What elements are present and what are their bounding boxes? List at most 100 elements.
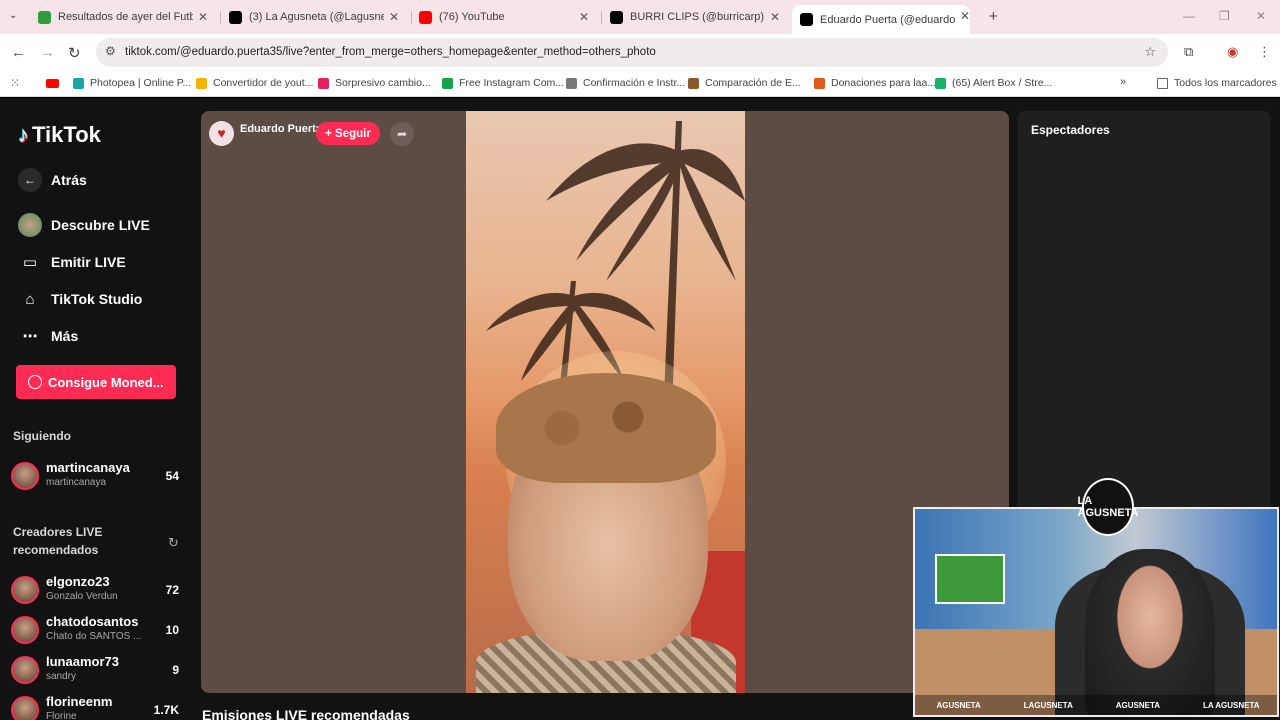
all-bookmarks-label: Todos los marcadores <box>1174 77 1277 89</box>
tiktok-logo[interactable]: ♪ TikTok <box>18 122 101 148</box>
tab-close-icon[interactable]: ✕ <box>579 10 589 24</box>
browser-tab[interactable]: Eduardo Puerta (@eduardo ✕ <box>792 5 970 34</box>
creator-subname: Florine <box>46 711 77 720</box>
sidebar-item-label: Emitir LIVE <box>51 254 126 270</box>
more-bookmarks-icon[interactable]: » <box>1120 76 1126 88</box>
avatar[interactable] <box>11 576 39 604</box>
bookmark-label: Sorpresivo cambio... <box>335 77 431 89</box>
bookmark-favicon-icon <box>566 77 577 89</box>
tab-close-icon[interactable]: ✕ <box>960 9 970 23</box>
close-window-icon[interactable]: ✕ <box>1256 9 1266 23</box>
bookmark-favicon-icon <box>688 77 699 89</box>
bookmarks-bar: ⁙ Photopea | Online P... Convertidor de y… <box>0 71 1280 97</box>
social-handle: AGUSNETA <box>1115 700 1161 710</box>
host-info[interactable]: ♥ Eduardo Puerta <box>209 120 322 146</box>
browser-tab[interactable]: (76) YouTube ✕ <box>419 6 589 28</box>
extensions-icon[interactable]: ⧉ <box>1184 44 1193 60</box>
follow-button[interactable]: + Seguir <box>316 122 380 145</box>
all-bookmarks-folder[interactable]: Todos los marcadores <box>1157 77 1277 89</box>
sidebar-item-label: TikTok Studio <box>51 291 143 307</box>
bookmark-favicon-icon <box>442 77 453 89</box>
tab-close-icon[interactable]: ✕ <box>389 10 399 24</box>
bookmark-favicon-icon <box>935 77 946 89</box>
apps-grid-icon[interactable]: ⁙ <box>10 76 20 90</box>
streamer-hair <box>496 373 716 483</box>
minimize-icon[interactable]: — <box>1183 9 1195 23</box>
restore-icon[interactable]: ❐ <box>1219 9 1230 23</box>
url-text: tiktok.com/@eduardo.puerta35/live?enter_… <box>125 46 656 58</box>
bookmark-label: Comparación de E... <box>705 77 801 89</box>
bookmark-item[interactable]: Sorpresivo cambio... <box>318 77 431 89</box>
back-arrow-icon[interactable]: ← <box>11 44 26 61</box>
sidebar-item-m-s[interactable]: ⋯ Más <box>18 324 79 348</box>
tab-title: Resultados de ayer del Futbol A <box>58 11 193 23</box>
bookmark-item[interactable]: Donaciones para laa... <box>814 77 936 89</box>
tab-close-icon[interactable]: ✕ <box>770 10 780 24</box>
creator-name: martincanaya <box>46 460 130 475</box>
tiktok-note-icon: ♪ <box>18 122 29 147</box>
creator-subname: Gonzalo Verdun <box>46 591 118 602</box>
creator-subname: martincanaya <box>46 477 107 488</box>
get-coins-button[interactable]: Consigue Moned... <box>16 365 176 399</box>
sidebar-item-emitir-live[interactable]: ▭ Emitir LIVE <box>18 250 126 274</box>
browser-tab[interactable]: (3) La Agusneta (@Lagusneta) / ✕ <box>229 6 399 28</box>
host-name[interactable]: Eduardo Puerta <box>240 123 322 135</box>
tab-favicon-icon <box>419 10 432 24</box>
menu-kebab-icon[interactable]: ⋮ <box>1258 44 1271 60</box>
creator-list-item[interactable]: florineenm Florine 1.7K <box>11 694 183 720</box>
reload-icon[interactable]: ↻ <box>68 44 81 62</box>
browser-tab-bar: ⌄ Resultados de ayer del Futbol A✕(3) La… <box>0 0 1280 34</box>
sidebar-item-descubre-live[interactable]: Descubre LIVE <box>18 213 150 237</box>
browser-tab[interactable]: BURRI CLIPS (@burricarp) | TikT ✕ <box>610 6 780 28</box>
bookmark-item[interactable]: Confirmación e Instr... <box>566 77 685 89</box>
avatar[interactable] <box>11 616 39 644</box>
live-player[interactable]: ♥ Eduardo Puerta + Seguir ➦ <box>201 111 1009 693</box>
bookmark-item[interactable]: Photopea | Online P... <box>73 77 191 89</box>
bookmark-item[interactable]: Convertidor de yout... <box>196 77 313 89</box>
bookmark-label: Convertidor de yout... <box>213 77 314 89</box>
creator-list-item[interactable]: martincanaya martincanaya 54 <box>11 460 183 494</box>
site-info-icon[interactable]: ⚙ <box>105 44 116 58</box>
sidebar-item-label: Descubre LIVE <box>51 217 150 233</box>
browser-tab[interactable]: Resultados de ayer del Futbol A ✕ <box>38 6 208 28</box>
viewer-count: 54 <box>165 469 179 483</box>
sidebar-item-tiktok-studio[interactable]: ⌂ TikTok Studio <box>18 287 142 311</box>
screen: ⌄ Resultados de ayer del Futbol A✕(3) La… <box>0 0 1280 720</box>
social-handle: LA AGUSNETA <box>1202 700 1260 710</box>
creator-list-item[interactable]: chatodosantos Chato do SANTOS ... 10 <box>11 614 183 648</box>
profile-icon[interactable]: ◉ <box>1227 44 1238 60</box>
host-avatar[interactable]: ♥ <box>209 120 234 146</box>
refresh-icon[interactable]: ↻ <box>168 535 179 551</box>
tab-search-icon[interactable]: ⌄ <box>9 10 17 21</box>
social-handle: AGUSNETA <box>936 700 981 710</box>
back-link[interactable]: ← Atrás <box>18 168 87 192</box>
tab-separator <box>601 11 602 24</box>
avatar[interactable] <box>11 656 39 684</box>
share-icon[interactable]: ➦ <box>390 122 414 146</box>
back-label: Atrás <box>51 172 87 188</box>
avatar[interactable] <box>11 696 39 720</box>
viewer-count: 9 <box>172 663 179 677</box>
bookmark-item[interactable]: Free Instagram Com... <box>442 77 564 89</box>
brand-text: LA AGUSNETA <box>1077 495 1139 519</box>
live-video[interactable] <box>466 111 745 693</box>
forward-arrow-icon[interactable]: → <box>40 44 55 61</box>
new-tab-icon[interactable]: + <box>989 8 998 25</box>
avatar[interactable] <box>11 462 39 490</box>
creator-list-item[interactable]: elgonzo23 Gonzalo Verdun 72 <box>11 574 183 608</box>
recommended-creators-title: Creadores LIVE recomendados <box>13 525 103 557</box>
tab-separator <box>220 11 221 24</box>
bookmark-item[interactable]: Comparación de E... <box>688 77 801 89</box>
bookmark-label: Confirmación e Instr... <box>583 77 686 89</box>
creator-subname: Chato do SANTOS ... <box>46 631 142 642</box>
recommended-lives-title: Emisiones LIVE recomendadas <box>202 707 410 720</box>
browser-toolbar: ← → ↻ ⚙ tiktok.com/@eduardo.puerta35/liv… <box>0 34 1280 71</box>
bookmark-star-icon[interactable]: ☆ <box>1144 44 1156 60</box>
bookmark-item[interactable]: (65) Alert Box / Stre... <box>935 77 1052 89</box>
tab-close-icon[interactable]: ✕ <box>198 10 208 24</box>
address-bar[interactable]: ⚙ tiktok.com/@eduardo.puerta35/live?ente… <box>96 38 1168 67</box>
creator-list-item[interactable]: lunaamor73 sandry 9 <box>11 654 183 688</box>
tab-favicon-icon <box>800 13 813 26</box>
bookmark-label: Free Instagram Com... <box>459 77 565 89</box>
youtube-bookmark-icon[interactable] <box>46 79 59 88</box>
